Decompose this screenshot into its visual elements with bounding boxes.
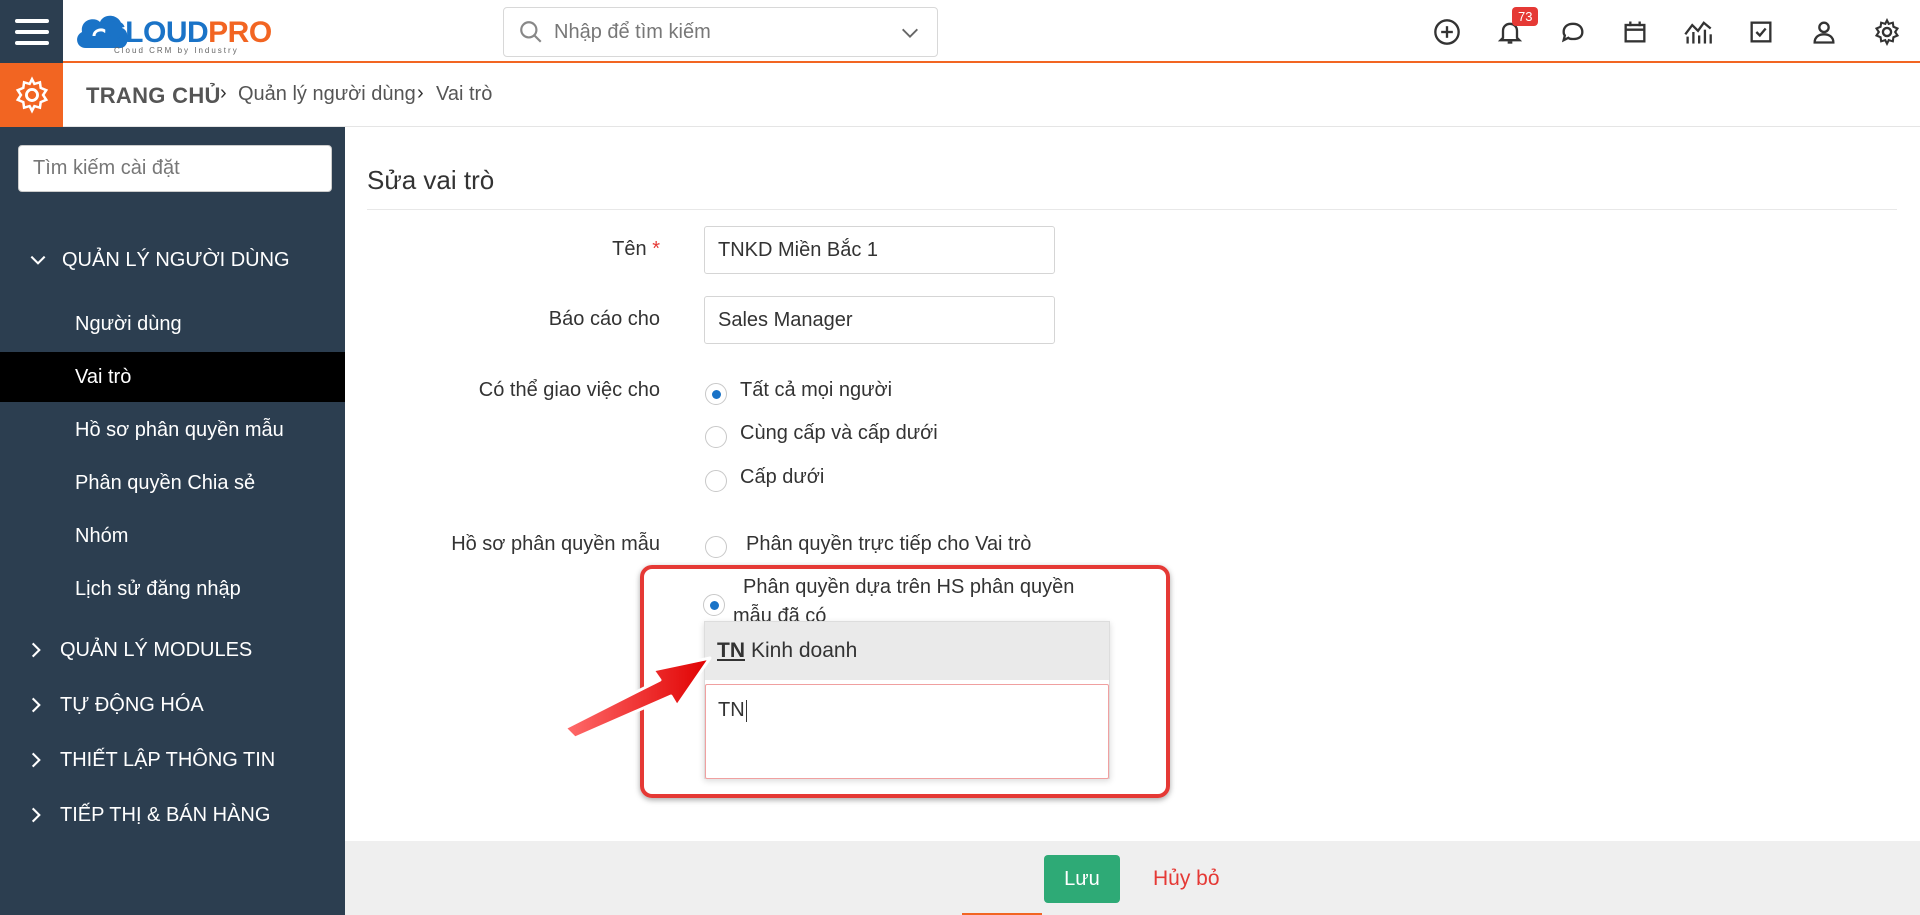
sidebar-section-label: QUẢN LÝ MODULES bbox=[60, 638, 253, 661]
sidebar-item-label: Người dùng bbox=[75, 312, 182, 335]
sidebar-section-label: THIẾT LẬP THÔNG TIN bbox=[60, 748, 276, 771]
report-to-input[interactable]: Sales Manager bbox=[704, 296, 1055, 344]
breadcrumb-home[interactable]: TRANG CHỦ bbox=[86, 83, 221, 109]
settings-gear-icon[interactable] bbox=[0, 63, 63, 127]
chevron-right-icon: › bbox=[417, 82, 424, 104]
add-icon[interactable] bbox=[1429, 14, 1465, 50]
top-bar: CLOUDPRO Cloud CRM by Industry 73 bbox=[0, 0, 1920, 63]
save-button[interactable]: Lưu bbox=[1044, 855, 1120, 903]
name-input[interactable]: TNKD Miền Bắc 1 bbox=[704, 226, 1055, 274]
user-icon[interactable] bbox=[1806, 14, 1842, 50]
breadcrumb-user-management[interactable]: Quản lý người dùng bbox=[238, 83, 416, 106]
sidebar-section-label: TỰ ĐỘNG HÓA bbox=[60, 693, 204, 716]
radio-assign-everyone[interactable] bbox=[705, 383, 727, 405]
sidebar-item-login-history[interactable]: Lịch sử đăng nhập bbox=[0, 564, 345, 614]
sidebar-item-profiles[interactable]: Hồ sơ phân quyền mẫu bbox=[0, 405, 345, 455]
chevron-down-icon[interactable] bbox=[899, 22, 921, 44]
sidebar-section-label: QUẢN LÝ NGƯỜI DÙNG bbox=[62, 248, 290, 271]
report-to-label-abs: Báo cáo cho bbox=[548, 308, 660, 330]
radio-label: Cấp dưới bbox=[740, 466, 825, 488]
sidebar-section-marketing-sales[interactable]: TIẾP THỊ & BÁN HÀNG bbox=[0, 793, 345, 837]
chevron-right-icon bbox=[31, 752, 41, 768]
settings-search-input[interactable] bbox=[18, 145, 332, 192]
sidebar-section-automation[interactable]: TỰ ĐỘNG HÓA bbox=[0, 683, 345, 727]
chevron-right-icon: › bbox=[220, 82, 227, 104]
chevron-down-icon bbox=[30, 255, 46, 265]
chevron-right-icon bbox=[31, 642, 41, 658]
radio-label: Tất cả mọi người bbox=[740, 379, 893, 401]
form-footer: Lưu Hủy bỏ bbox=[345, 841, 1920, 915]
sidebar-item-label: Phân quyền Chia sẻ bbox=[75, 471, 256, 494]
sidebar-item-label: Hồ sơ phân quyền mẫu bbox=[75, 418, 284, 441]
breadcrumb: TRANG CHỦ › Quản lý người dùng › Vai trò bbox=[0, 63, 1920, 127]
radio-profile-direct[interactable] bbox=[705, 536, 727, 558]
chevron-right-icon bbox=[31, 807, 41, 823]
sidebar-item-label: Vai trò bbox=[75, 365, 132, 388]
radio-assign-lower[interactable] bbox=[705, 470, 727, 492]
radio-assign-same-and-lower[interactable] bbox=[705, 426, 727, 448]
analytics-icon[interactable] bbox=[1680, 14, 1716, 50]
page-title: Sửa vai trò bbox=[367, 165, 495, 195]
assign-to-label-abs: Có thể giao việc cho bbox=[478, 379, 660, 401]
global-search[interactable] bbox=[503, 7, 938, 57]
sidebar-section-info-setup[interactable]: THIẾT LẬP THÔNG TIN bbox=[0, 738, 345, 782]
search-icon bbox=[520, 21, 542, 43]
sidebar-section-modules[interactable]: QUẢN LÝ MODULES bbox=[0, 628, 345, 672]
breadcrumb-roles: Vai trò bbox=[436, 83, 493, 105]
divider bbox=[367, 209, 1897, 210]
settings-icon[interactable] bbox=[1869, 14, 1905, 50]
menu-icon[interactable] bbox=[0, 0, 63, 63]
profile-label: Hồ sơ phân quyền mẫu bbox=[451, 533, 660, 555]
sidebar-item-label: Nhóm bbox=[75, 524, 129, 547]
logo-text: CLOUDPRO bbox=[104, 16, 272, 49]
notification-badge: 73 bbox=[1512, 7, 1539, 26]
sidebar-item-sharing[interactable]: Phân quyền Chia sẻ bbox=[0, 458, 345, 508]
sidebar-section-label: TIẾP THỊ & BÁN HÀNG bbox=[60, 803, 271, 826]
chevron-right-icon bbox=[31, 697, 41, 713]
cancel-button[interactable]: Hủy bỏ bbox=[1153, 867, 1220, 891]
logo-tagline: Cloud CRM by Industry bbox=[114, 46, 239, 55]
global-search-input[interactable] bbox=[554, 20, 884, 44]
name-label-abs: Tên * bbox=[612, 238, 660, 260]
radio-label: Phân quyền trực tiếp cho Vai trò bbox=[746, 533, 1032, 555]
chat-icon[interactable] bbox=[1555, 14, 1591, 50]
calendar-icon[interactable] bbox=[1617, 14, 1653, 50]
sidebar-item-label: Lịch sử đăng nhập bbox=[75, 577, 241, 600]
logo[interactable]: CLOUDPRO Cloud CRM by Industry bbox=[72, 6, 302, 56]
annotation-arrow-icon bbox=[563, 656, 712, 740]
radio-label: Cùng cấp và cấp dưới bbox=[740, 422, 938, 444]
task-icon[interactable] bbox=[1743, 14, 1779, 50]
